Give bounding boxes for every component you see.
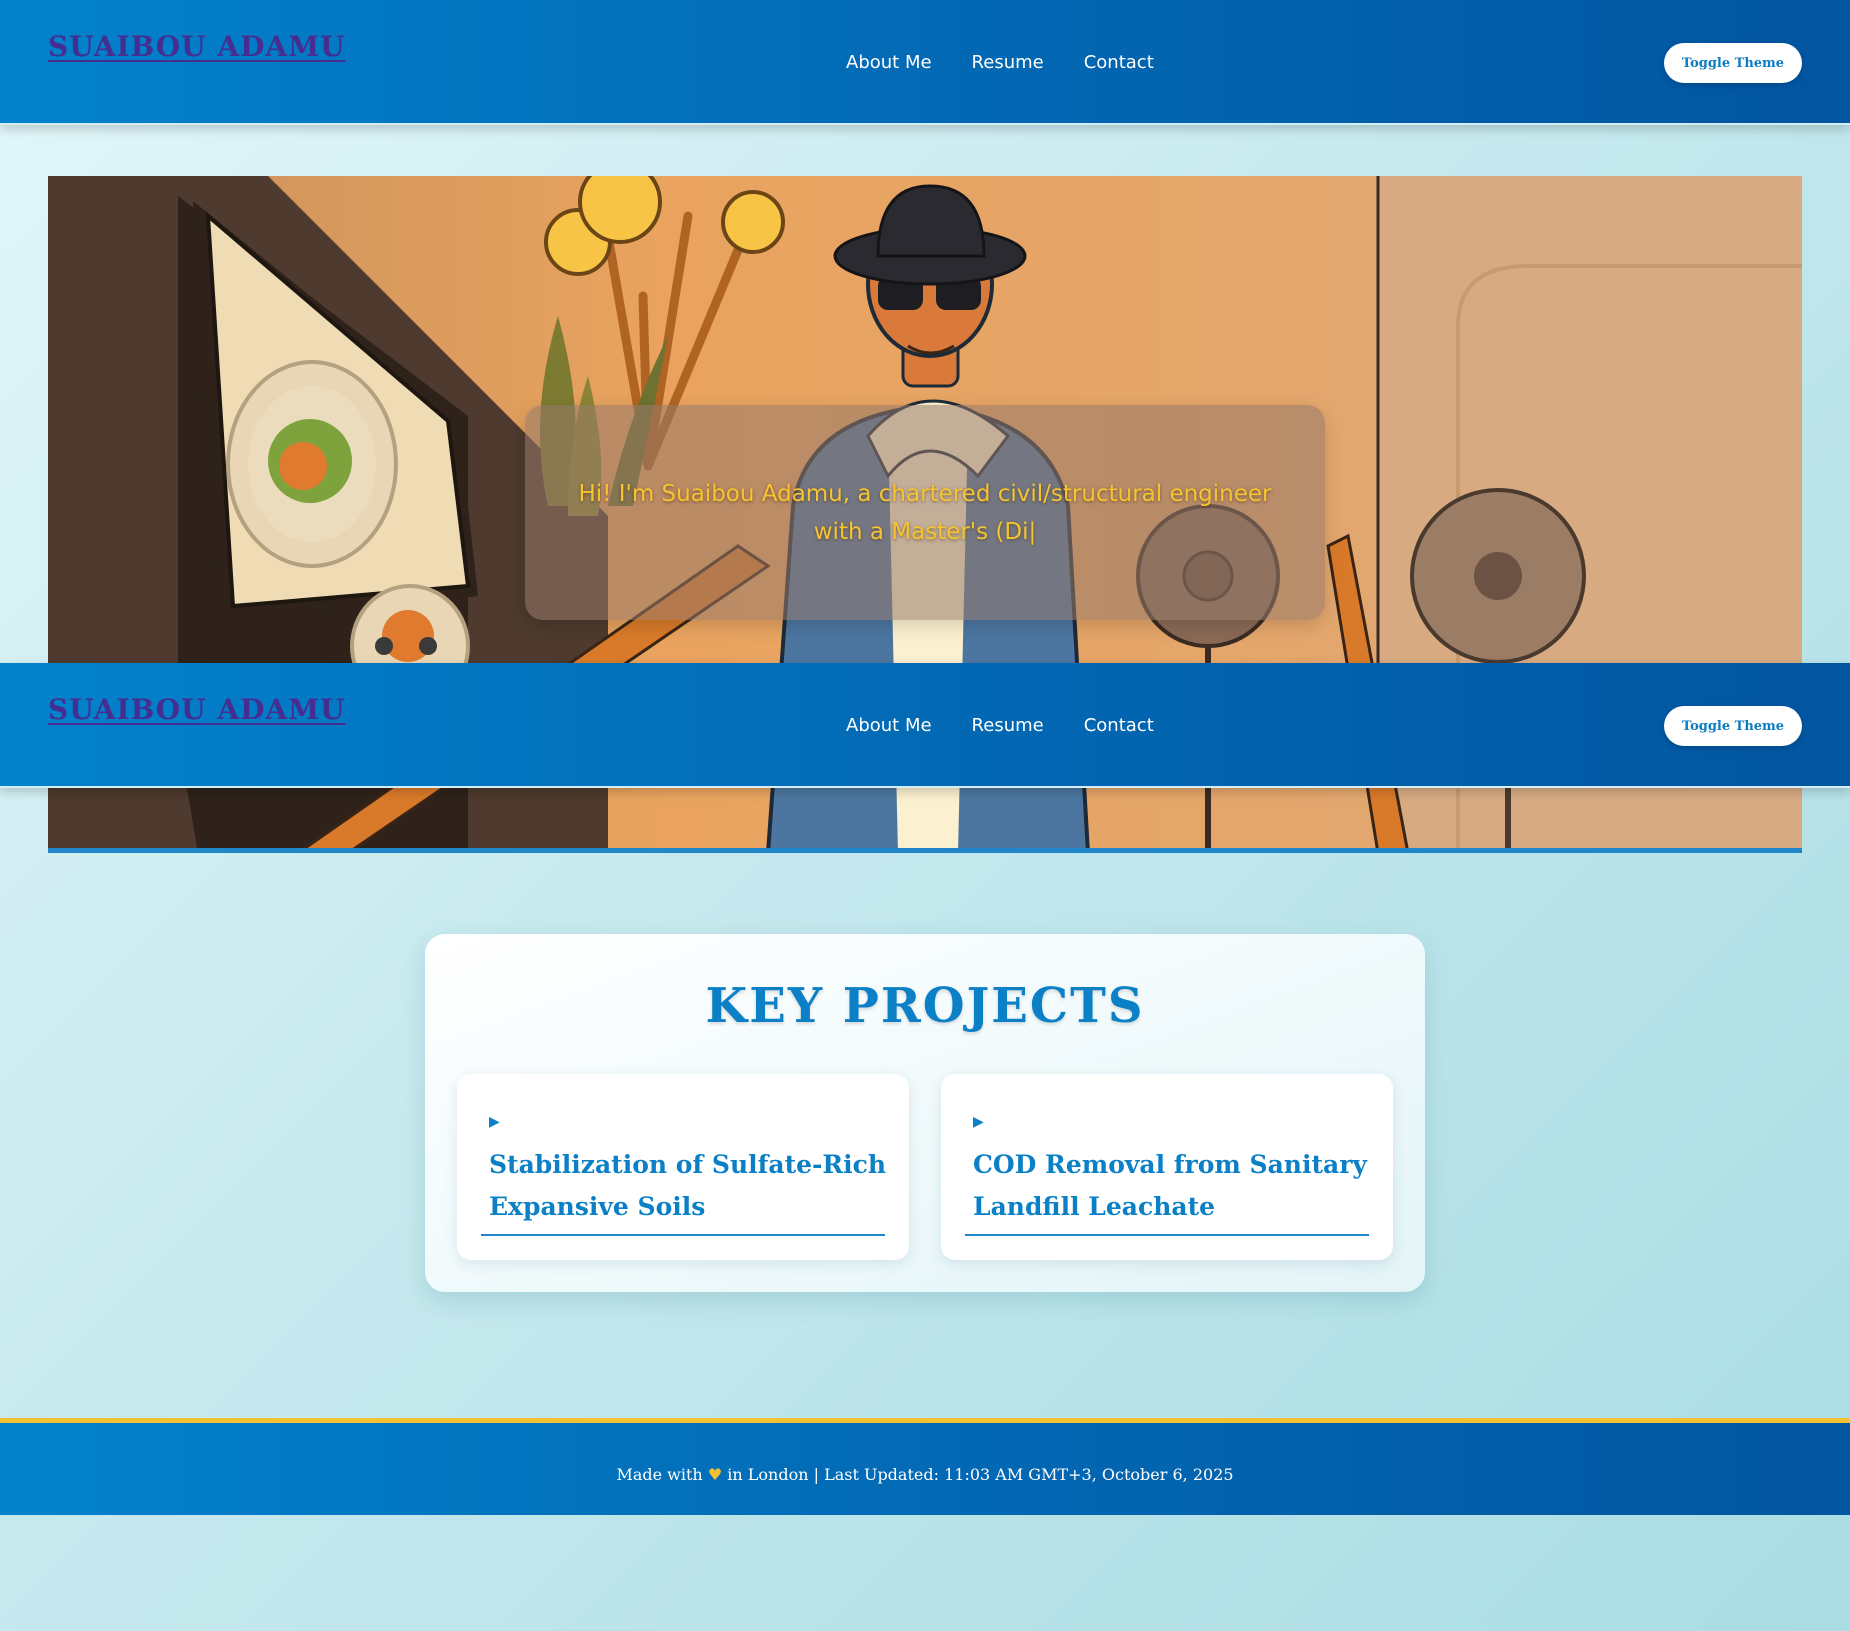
section-title: KEY PROJECTS <box>705 978 1145 1034</box>
play-arrow-icon: ▶ <box>973 1114 984 1130</box>
divider <box>965 1234 1369 1236</box>
footer-suffix: in London | Last Updated: 11:03 AM GMT+3… <box>727 1465 1234 1484</box>
nav-contact[interactable]: Contact <box>1084 715 1154 736</box>
nav-about-me[interactable]: About Me <box>846 715 932 736</box>
divider <box>481 1234 885 1236</box>
nav-contact[interactable]: Contact <box>1084 52 1154 73</box>
footer-text: Made with ♥ in London | Last Updated: 11… <box>0 1465 1850 1484</box>
intro-card: Hi! I'm Suaibou Adamu, a chartered civil… <box>525 405 1325 620</box>
project-title: Stabilization of Sulfate-Rich Expansive … <box>489 1150 887 1221</box>
footer-prefix: Made with <box>616 1465 703 1484</box>
project-card[interactable]: ▶ COD Removal from Sanitary Landfill Lea… <box>941 1074 1393 1260</box>
site-header: SUAIBOU ADAMU About Me Resume Contact To… <box>0 0 1850 125</box>
toggle-theme-button[interactable]: Toggle Theme <box>1664 706 1802 746</box>
heart-icon: ♥ <box>707 1465 723 1484</box>
site-footer: Made with ♥ in London | Last Updated: 11… <box>0 1418 1850 1515</box>
toggle-theme-button[interactable]: Toggle Theme <box>1664 43 1802 83</box>
nav-resume[interactable]: Resume <box>972 715 1044 736</box>
project-card[interactable]: ▶ Stabilization of Sulfate-Rich Expansiv… <box>457 1074 909 1260</box>
sticky-header: SUAIBOU ADAMU About Me Resume Contact To… <box>0 663 1850 788</box>
main-nav: About Me Resume Contact <box>846 52 1154 73</box>
site-logo[interactable]: SUAIBOU ADAMU <box>48 693 345 726</box>
site-logo[interactable]: SUAIBOU ADAMU <box>48 30 345 63</box>
nav-about-me[interactable]: About Me <box>846 52 932 73</box>
main-nav: About Me Resume Contact <box>846 715 1154 736</box>
project-title: COD Removal from Sanitary Landfill Leach… <box>973 1150 1367 1221</box>
intro-text: Hi! I'm Suaibou Adamu, a chartered civil… <box>578 480 1272 545</box>
key-projects-section: KEY PROJECTS ▶ Stabilization of Sulfate-… <box>425 934 1425 1292</box>
nav-resume[interactable]: Resume <box>972 52 1044 73</box>
play-arrow-icon: ▶ <box>489 1114 500 1130</box>
